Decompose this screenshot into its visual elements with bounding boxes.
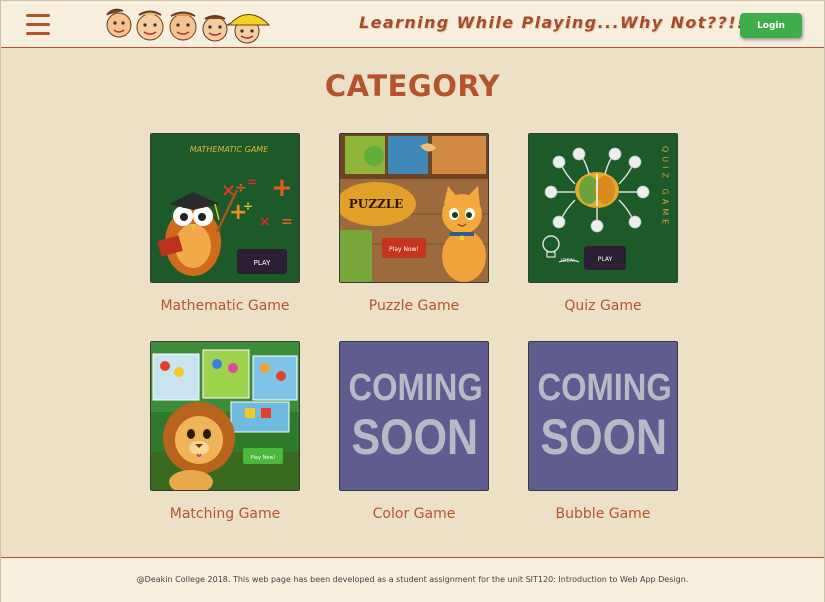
- matching-game-thumbnail[interactable]: Play Now!: [150, 341, 300, 491]
- svg-text:COMING: COMING: [538, 366, 672, 409]
- thumb-play-button: PLAY: [254, 259, 272, 267]
- bubble-game-thumbnail[interactable]: COMING SOON: [528, 341, 678, 491]
- card-label[interactable]: Puzzle Game: [339, 298, 489, 314]
- site-footer: @Deakin College 2018. This web page has …: [1, 558, 824, 602]
- thumb-idea-text: IDEA!: [561, 258, 575, 264]
- svg-text:=: =: [247, 175, 257, 189]
- site-tagline: Learning While Playing...Why Not??!!: [359, 13, 746, 32]
- page-title: CATEGORY: [324, 69, 501, 103]
- thumb-title: MATHEMATIC GAME: [190, 145, 269, 154]
- svg-text:+: +: [271, 173, 293, 203]
- svg-text:COMING: COMING: [349, 366, 483, 409]
- puzzle-game-thumbnail[interactable]: PUZZLE Play Now!: [339, 133, 489, 283]
- hamburger-menu-icon[interactable]: [26, 14, 50, 36]
- thumb-play-button: Play Now!: [389, 246, 419, 253]
- card-label[interactable]: Matching Game: [150, 506, 300, 522]
- svg-text:SOON: SOON: [541, 409, 668, 465]
- login-button[interactable]: Login: [740, 13, 802, 38]
- card-label[interactable]: Color Game: [339, 506, 489, 522]
- svg-text:=: =: [281, 214, 293, 230]
- kids-logo[interactable]: [105, 5, 275, 49]
- quiz-game-thumbnail[interactable]: QUIZ GAME IDEA! PLAY: [528, 133, 678, 283]
- card-color-game[interactable]: COMING SOON Color Game: [339, 341, 491, 522]
- thumb-play-button: PLAY: [598, 256, 613, 263]
- card-bubble-game[interactable]: COMING SOON Bubble Game: [528, 341, 680, 522]
- card-label[interactable]: Quiz Game: [528, 298, 678, 314]
- svg-text:÷: ÷: [243, 199, 253, 213]
- card-matching-game[interactable]: Play Now! Matching Game: [150, 341, 302, 522]
- svg-text:÷: ÷: [235, 180, 247, 196]
- thumb-title: PUZZLE: [349, 197, 404, 211]
- color-game-thumbnail[interactable]: COMING SOON: [339, 341, 489, 491]
- thumb-play-button: Play Now!: [251, 455, 276, 461]
- thumb-side-text: QUIZ GAME: [661, 146, 670, 228]
- mathematic-game-thumbnail[interactable]: MATHEMATIC GAME × ÷ = + + × = ÷ PLAY: [150, 133, 300, 283]
- svg-text:SOON: SOON: [352, 409, 479, 465]
- svg-text:×: ×: [259, 214, 271, 230]
- footer-text: @Deakin College 2018. This web page has …: [136, 575, 689, 584]
- card-quiz-game[interactable]: QUIZ GAME IDEA! PLAY Quiz Game: [528, 133, 680, 314]
- card-puzzle-game[interactable]: PUZZLE Play Now! Puzzle Game: [339, 133, 491, 314]
- card-label[interactable]: Mathematic Game: [150, 298, 300, 314]
- card-mathematic-game[interactable]: MATHEMATIC GAME × ÷ = + + × = ÷ PLAY Mat…: [150, 133, 302, 314]
- site-header: Learning While Playing...Why Not??!! Log…: [1, 1, 824, 48]
- card-label[interactable]: Bubble Game: [528, 506, 678, 522]
